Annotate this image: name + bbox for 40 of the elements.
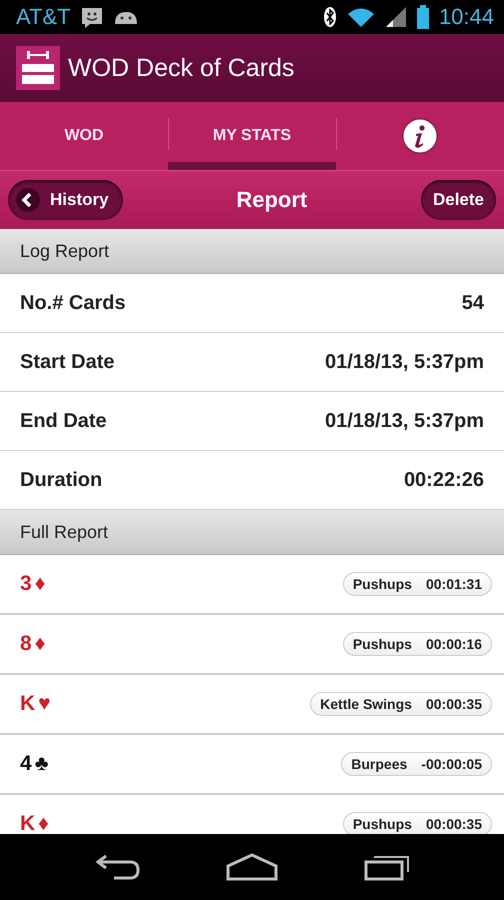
message-icon <box>80 6 103 28</box>
screen-title: Report <box>236 187 308 213</box>
exercise-time: 00:00:16 <box>426 636 482 652</box>
row-label: End Date <box>20 410 107 432</box>
section-header: Log Report <box>20 240 110 262</box>
row-value: 01/18/13, 5:37pm <box>325 410 484 432</box>
row-value: 54 <box>462 292 484 314</box>
row-label: Duration <box>20 468 102 492</box>
exercise-time: 00:01:31 <box>426 576 482 592</box>
battery-icon <box>416 5 429 29</box>
carrier-label: AT&T <box>16 4 71 30</box>
card-label: 4♣ <box>20 752 48 776</box>
app-title: WOD Deck of Cards <box>68 54 294 82</box>
wifi-icon <box>346 6 375 28</box>
exercise-name: Pushups <box>352 816 412 832</box>
exercise-name: Pushups <box>352 576 412 592</box>
bluetooth-icon <box>322 6 337 28</box>
app-logo-icon <box>16 46 60 90</box>
exercise-time: 00:00:35 <box>426 696 482 712</box>
exercise-name: Kettle Swings <box>320 696 412 712</box>
row-label: Start Date <box>20 350 114 374</box>
exercise-time: 00:00:35 <box>426 816 482 832</box>
card-label: 8♦ <box>20 632 46 656</box>
signal-icon <box>384 6 407 28</box>
row-value: 00:22:26 <box>404 468 484 492</box>
exercise-time: -00:00:05 <box>421 756 482 772</box>
card-label: K♥ <box>20 692 51 716</box>
delete-button[interactable]: Delete <box>420 180 496 220</box>
exercise-name: Burpees <box>351 756 408 772</box>
exercise-name: Pushups <box>352 636 412 652</box>
info-icon <box>402 118 438 154</box>
tab[interactable]: WOD <box>0 102 168 170</box>
section-header: Full Report <box>20 522 108 542</box>
card-label: K♦ <box>20 812 49 834</box>
row-value: 01/18/13, 5:37pm <box>325 350 484 374</box>
row-label: No.# Cards <box>20 292 126 314</box>
home-icon[interactable] <box>224 852 279 882</box>
clock: 10:44 <box>438 4 494 30</box>
card-label: 3♦ <box>20 572 46 596</box>
history-button[interactable]: History <box>8 180 123 220</box>
